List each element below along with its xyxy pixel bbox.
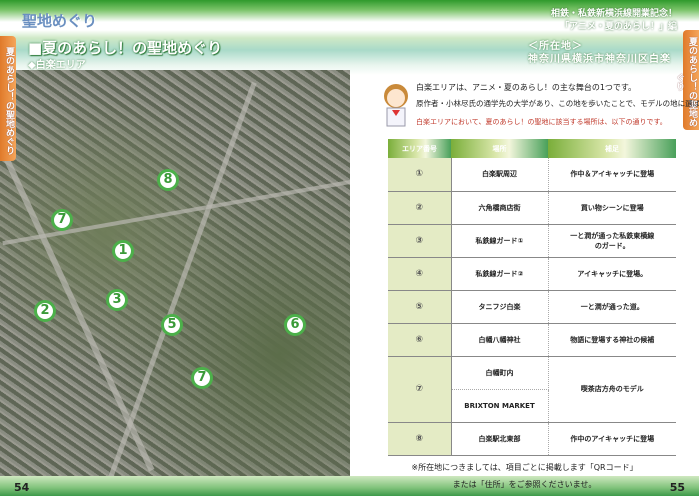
left-page: 聖地めぐり 8 7 1 3 2 5 6 7 ■夏のあらし！の聖地めぐり ◆白楽エ… bbox=[0, 0, 350, 496]
note: 喫茶店方舟のモデル bbox=[548, 356, 676, 423]
note: 一と潤が通った道。 bbox=[548, 290, 676, 324]
intro-text: 白楽エリアにおいて、夏のあらし！の聖地に該当する場所は、以下の通りです。 bbox=[416, 118, 667, 126]
side-tab: 夏のあらし！の聖地めぐり bbox=[0, 36, 16, 161]
map-pin: 7 bbox=[51, 209, 73, 231]
aerial-map: 8 7 1 3 2 5 6 7 bbox=[0, 70, 350, 479]
place: 六角橋商店街 bbox=[451, 191, 549, 225]
area-number: ⑧ bbox=[388, 422, 452, 456]
page-title: ■夏のあらし！の聖地めぐり bbox=[28, 39, 223, 57]
place: 白楽駅北東部 bbox=[451, 422, 549, 456]
place: 私鉄線ガード① bbox=[451, 224, 549, 258]
place: BRIXTON MARKET bbox=[451, 389, 549, 423]
page-number: 55 bbox=[669, 481, 685, 494]
table-row: ⑥ 白幡八幡神社 物語に登場する神社の候補 bbox=[388, 323, 676, 357]
side-tab: 夏のあらし！の聖地めぐり bbox=[674, 30, 699, 130]
location-label: ＜所在地＞ bbox=[528, 41, 583, 52]
place: 白幡八幡神社 bbox=[451, 323, 549, 357]
series-title: 相鉄・私鉄新横浜線開業記念！ 「アニメ・夏のあらし！」編 bbox=[551, 8, 677, 34]
map-pin: 7 bbox=[191, 367, 213, 389]
note: アイキャッチに登場。 bbox=[548, 257, 676, 291]
map-pin: 5 bbox=[161, 314, 183, 336]
map-pin: 8 bbox=[157, 169, 179, 191]
map-pin: 3 bbox=[106, 289, 128, 311]
place: タニフジ白楽 bbox=[451, 290, 549, 324]
logo: 聖地めぐり bbox=[22, 12, 98, 30]
area-number: ⑥ bbox=[388, 323, 452, 357]
col-header: エリア番号 bbox=[388, 139, 451, 158]
page-number: 54 bbox=[14, 481, 30, 494]
area-number: ⑤ bbox=[388, 290, 452, 324]
area-subtitle: ◆白楽エリア bbox=[28, 60, 86, 71]
footnote: ※所在地につきましては、項目ごとに掲載します「QRコード」 bbox=[411, 463, 638, 472]
table-row: ⑦ 白幡町内 喫茶店方舟のモデル bbox=[388, 356, 676, 423]
table-row: ③ 私鉄線ガード① 一と潤が通った私鉄東横線のガード。 bbox=[388, 224, 676, 258]
map-pin: 1 bbox=[112, 240, 134, 262]
location-table: エリア番号 場所 補足 ① 白楽駅周辺 作中＆アイキャッチに登場 ② 六角橋商店街 買い… bbox=[388, 139, 676, 456]
series-line: 「アニメ・夏のあらし！」編 bbox=[560, 22, 677, 32]
note: 物語に登場する神社の候補 bbox=[548, 323, 676, 357]
table-row: ② 六角橋商店街 買い物シーンに登場 bbox=[388, 191, 676, 225]
map-pin: 2 bbox=[34, 300, 56, 322]
series-line: 相鉄・私鉄新横浜線開業記念！ bbox=[550, 9, 677, 19]
area-number: ① bbox=[388, 158, 452, 192]
location-address: 神奈川県横浜市神奈川区白楽 bbox=[528, 54, 671, 65]
col-header: 場所 bbox=[451, 139, 548, 158]
area-number: ② bbox=[388, 191, 452, 225]
intro-text: 白楽エリアは、アニメ・夏のあらし！の主な舞台の1つです。 bbox=[416, 83, 637, 92]
table-row: ④ 私鉄線ガード② アイキャッチに登場。 bbox=[388, 257, 676, 291]
map-pin: 6 bbox=[284, 314, 306, 336]
col-header: 補足 bbox=[548, 139, 676, 158]
place: 私鉄線ガード② bbox=[451, 257, 549, 291]
location: ＜所在地＞ 神奈川県横浜市神奈川区白楽 bbox=[528, 40, 671, 66]
area-number: ④ bbox=[388, 257, 452, 291]
footer-band bbox=[0, 476, 350, 496]
note: 作中＆アイキャッチに登場 bbox=[548, 158, 676, 192]
place: 白楽駅周辺 bbox=[451, 158, 549, 192]
table-row: ① 白楽駅周辺 作中＆アイキャッチに登場 bbox=[388, 158, 676, 192]
character-illustration bbox=[384, 84, 408, 127]
table-row: ⑧ 白楽駅北東部 作中のアイキャッチに登場 bbox=[388, 422, 676, 456]
table-header: エリア番号 場所 補足 bbox=[388, 139, 676, 158]
area-number: ⑦ bbox=[388, 356, 452, 423]
intro-text: 原作者・小林尽氏の通学先の大学があり、この地を歩いたことで、モデルの地に選ばれま… bbox=[416, 99, 699, 108]
area-number: ③ bbox=[388, 224, 452, 258]
note: 買い物シーンに登場 bbox=[548, 191, 676, 225]
note: 一と潤が通った私鉄東横線のガード。 bbox=[548, 224, 676, 258]
right-page: 相鉄・私鉄新横浜線開業記念！ 「アニメ・夏のあらし！」編 ＜所在地＞ 神奈川県横… bbox=[350, 0, 699, 496]
note: 作中のアイキャッチに登場 bbox=[548, 422, 676, 456]
table-row: ⑤ タニフジ白楽 一と潤が通った道。 bbox=[388, 290, 676, 324]
footnote: または「住所」をご参照くださいませ。 bbox=[452, 480, 597, 489]
place: 白幡町内 bbox=[451, 356, 549, 390]
